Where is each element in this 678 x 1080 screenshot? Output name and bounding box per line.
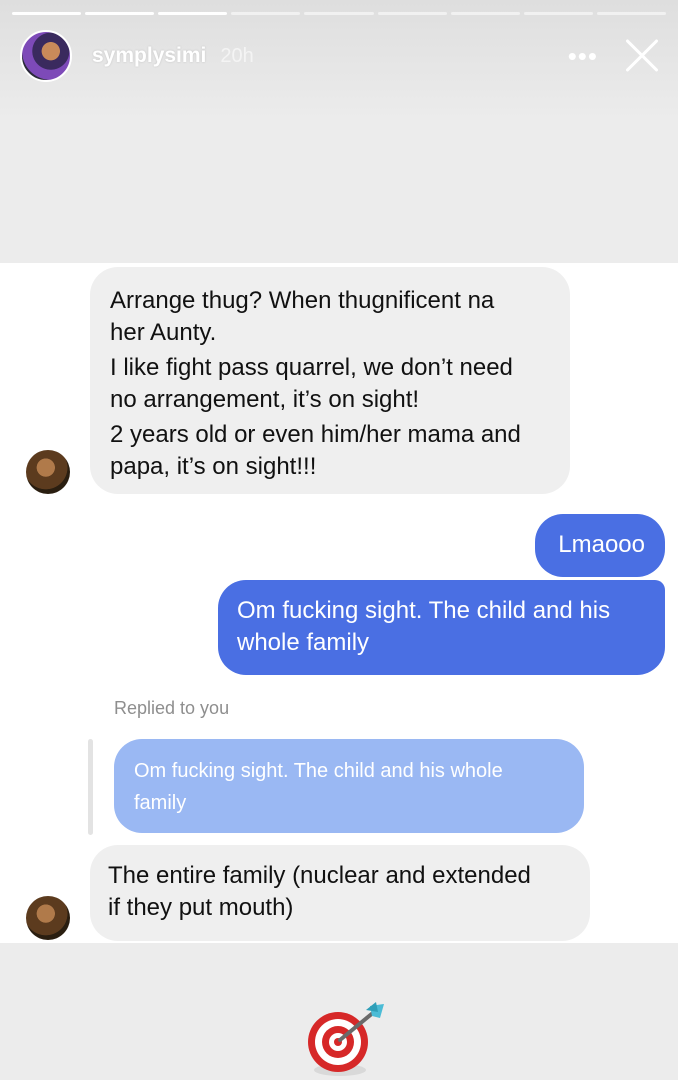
message-line: Om fucking sight. The child and his bbox=[237, 597, 611, 624]
message-bubble-outgoing: Lmaooo bbox=[535, 514, 665, 577]
more-options-icon[interactable]: ••• bbox=[568, 43, 598, 69]
progress-segment bbox=[85, 12, 155, 15]
story-header: symplysimi 20h ••• bbox=[20, 30, 662, 82]
message-bubble-incoming: The entire family (nuclear and extended … bbox=[90, 845, 590, 941]
progress-segment bbox=[231, 12, 301, 15]
message-line: The entire family (nuclear and extended bbox=[108, 862, 531, 889]
sender-avatar bbox=[26, 450, 70, 494]
progress-segment bbox=[12, 12, 82, 15]
message-line: I like fight pass quarrel, we don’t need bbox=[110, 354, 513, 381]
progress-segment bbox=[450, 12, 520, 15]
progress-segment bbox=[158, 12, 228, 15]
message-line: her Aunty. bbox=[110, 319, 217, 346]
message-line: papa, it’s on sight!!! bbox=[110, 453, 317, 480]
username[interactable]: symplysimi bbox=[92, 44, 206, 68]
progress-segment bbox=[304, 12, 374, 15]
message-line: no arrangement, it’s on sight! bbox=[110, 386, 420, 413]
chat-screenshot: Arrange thug? When thugnificent na her A… bbox=[0, 263, 678, 943]
message-line: 2 years old or even him/her mama and bbox=[110, 421, 521, 448]
message-line: Arrange thug? When thugnificent na bbox=[110, 287, 495, 314]
progress-segment bbox=[596, 12, 666, 15]
message-bubble-outgoing: Om fucking sight. The child and his whol… bbox=[218, 580, 665, 675]
avatar[interactable] bbox=[20, 30, 72, 82]
message-bubble-incoming: Arrange thug? When thugnificent na her A… bbox=[90, 267, 570, 494]
quoted-message: Om fucking sight. The child and his whol… bbox=[114, 739, 584, 833]
message-line: Lmaooo bbox=[558, 531, 645, 558]
story-timestamp: 20h bbox=[220, 44, 254, 67]
replied-label: Replied to you bbox=[114, 698, 230, 718]
message-line: if they put mouth) bbox=[108, 894, 294, 921]
close-icon[interactable] bbox=[622, 36, 662, 76]
story-progress-bar bbox=[12, 12, 666, 15]
reply-indicator bbox=[88, 739, 93, 835]
sender-avatar bbox=[26, 896, 70, 940]
quote-line: family bbox=[134, 792, 187, 814]
quote-line: Om fucking sight. The child and his whol… bbox=[134, 760, 503, 782]
dart-target-icon[interactable] bbox=[306, 1002, 386, 1078]
progress-segment bbox=[377, 12, 447, 15]
message-line: whole family bbox=[237, 629, 370, 656]
progress-segment bbox=[523, 12, 593, 15]
